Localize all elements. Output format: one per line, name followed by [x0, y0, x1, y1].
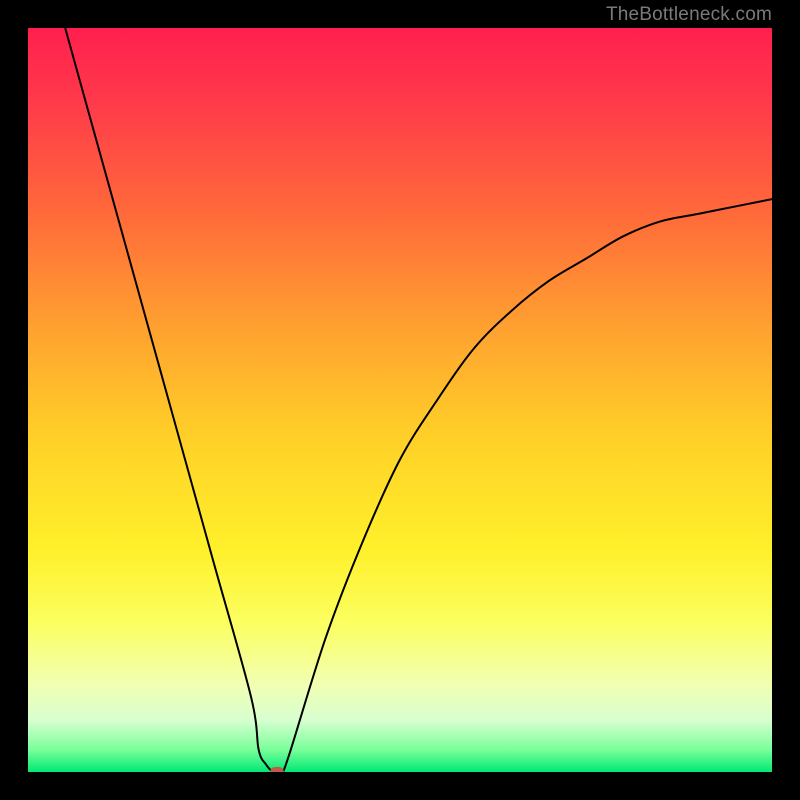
watermark-text: TheBottleneck.com: [606, 4, 772, 26]
plot-area: [28, 28, 772, 772]
chart-frame: TheBottleneck.com: [0, 0, 800, 800]
background-gradient: [28, 28, 772, 772]
optimal-point-marker: [270, 767, 284, 772]
